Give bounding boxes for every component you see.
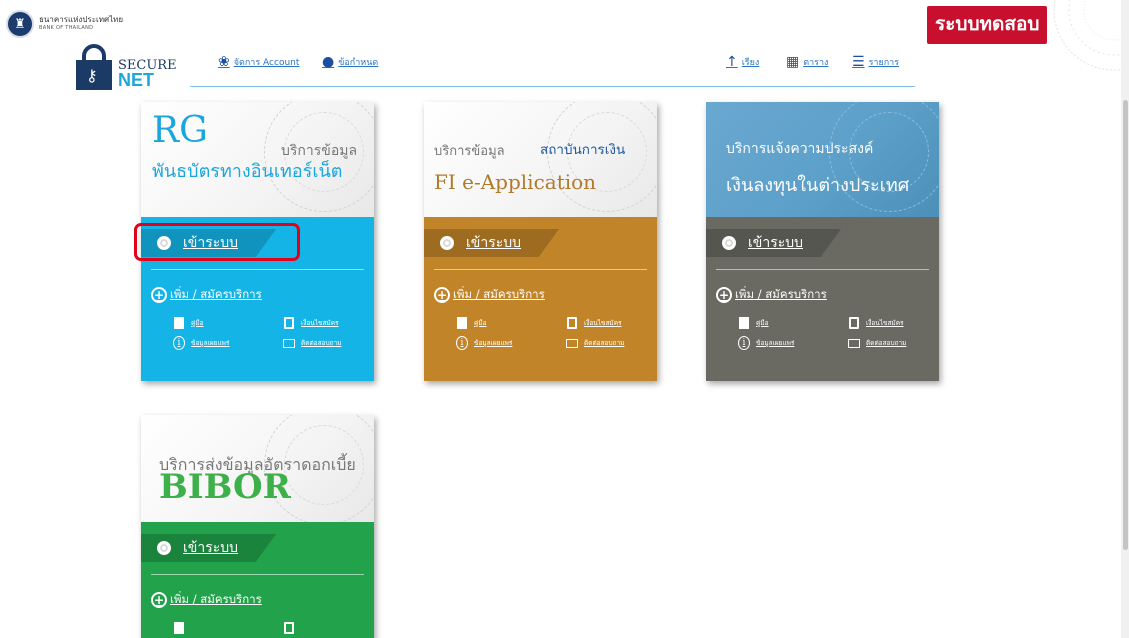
card-subtitle: บริการแจ้งความประสงค์ <box>726 141 874 157</box>
key-icon: ⚷ <box>86 66 98 85</box>
page-icon <box>566 316 578 330</box>
scroll-thumb[interactable] <box>1123 100 1128 550</box>
nav-manage-account[interactable]: ❀ จัดการ Account <box>218 54 299 70</box>
nav-sort[interactable]: ↑ เรียง <box>726 54 759 70</box>
mail-icon <box>848 336 860 350</box>
nav-label: จัดการ Account <box>233 58 300 68</box>
contact-link[interactable]: ติดต่อสอบถาม <box>566 336 676 350</box>
highlight-annotation <box>134 223 300 261</box>
card-foreign-investment: บริการแจ้งความประสงค์ เงินลงทุนในต่างประ… <box>706 102 939 381</box>
register-label: เพิ่ม / สมัครบริการ <box>735 287 827 301</box>
plus-icon: + <box>434 287 450 303</box>
pin-icon: ● <box>322 54 335 70</box>
register-link[interactable]: + เพิ่ม / สมัครบริการ <box>151 591 364 609</box>
card-title: RG <box>152 110 208 151</box>
plus-icon: + <box>151 287 167 303</box>
login-link[interactable]: เข้าระบบ <box>706 229 929 257</box>
document-icon <box>173 621 185 635</box>
bot-logo: ♜ ธนาคารแห่งประเทศไทย BANK OF THAILAND <box>6 10 123 38</box>
manual-link[interactable]: คู่มือ <box>738 316 848 330</box>
nav-terms[interactable]: ● ข้อกำหนด <box>322 54 378 70</box>
login-label: เข้าระบบ <box>748 235 804 251</box>
info-icon: i <box>738 336 750 350</box>
card-bibor: บริการส่งข้อมูลอัตราดอกเบี้ย BIBOR เข้าร… <box>141 415 374 638</box>
mail-icon <box>283 336 295 350</box>
page-icon <box>283 621 295 635</box>
list-icon: ☰ <box>852 54 865 70</box>
nav-list-view[interactable]: ☰ รายการ <box>852 54 899 70</box>
brand-net: NET <box>118 70 154 90</box>
nav-label: รายการ <box>868 58 900 68</box>
plus-icon: + <box>716 287 732 303</box>
radio-icon <box>157 541 171 555</box>
info-link[interactable]: i ข้อมูลเผยแพร่ <box>456 336 566 350</box>
info-icon: i <box>173 336 185 350</box>
document-icon <box>738 316 750 330</box>
page-icon <box>283 316 295 330</box>
info-icon: i <box>456 336 468 350</box>
conditions-link[interactable]: เงื่อนไขสมัคร <box>283 316 393 330</box>
manual-link[interactable] <box>173 621 283 635</box>
card-subtitle: บริการข้อมูล <box>434 144 505 159</box>
mail-icon <box>566 336 578 350</box>
card-title: BIBOR <box>159 467 291 507</box>
register-link[interactable]: + เพิ่ม / สมัครบริการ <box>716 286 929 304</box>
vertical-scrollbar[interactable] <box>1121 0 1129 638</box>
login-link[interactable]: เข้าระบบ <box>141 534 364 562</box>
card-subtitle: พันธบัตรทางอินเทอร์เน็ต <box>152 161 343 182</box>
document-icon <box>456 316 468 330</box>
card-fi: บริการข้อมูล สถาบันการเงิน FI e-Applicat… <box>424 102 657 381</box>
document-icon <box>173 316 185 330</box>
contact-link[interactable]: ติดต่อสอบถาม <box>848 336 958 350</box>
securenet-logo[interactable]: ⚷ SECURE NET <box>74 44 177 92</box>
info-link[interactable]: i ข้อมูลเผยแพร่ <box>738 336 848 350</box>
page-icon <box>848 316 860 330</box>
card-subtitle: เงินลงทุนในต่างประเทศ <box>726 175 910 196</box>
login-label: เข้าระบบ <box>466 235 522 251</box>
org-name-en: BANK OF THAILAND <box>39 25 94 31</box>
nav-grid-view[interactable]: ▦ ตาราง <box>786 54 828 70</box>
conditions-link[interactable]: เงื่อนไขสมัคร <box>848 316 958 330</box>
radio-icon <box>440 236 454 250</box>
conditions-link[interactable] <box>283 621 393 635</box>
plus-icon: + <box>151 592 167 608</box>
manage-icon: ❀ <box>218 54 230 70</box>
register-label: เพิ่ม / สมัครบริการ <box>453 287 545 301</box>
manual-link[interactable]: คู่มือ <box>456 316 566 330</box>
manual-link[interactable]: คู่มือ <box>173 316 283 330</box>
info-link[interactable]: i ข้อมูลเผยแพร่ <box>173 336 283 350</box>
org-name-th: ธนาคารแห่งประเทศไทย <box>39 15 124 24</box>
bot-seal-icon: ♜ <box>6 10 34 38</box>
register-link[interactable]: + เพิ่ม / สมัครบริการ <box>151 286 364 304</box>
nav-divider <box>190 86 915 87</box>
register-label: เพิ่ม / สมัครบริการ <box>170 592 262 606</box>
login-label: เข้าระบบ <box>183 540 239 556</box>
register-label: เพิ่ม / สมัครบริการ <box>170 287 262 301</box>
radio-icon <box>722 236 736 250</box>
card-title: FI e-Application <box>434 170 597 194</box>
test-system-badge: ระบบทดสอบ <box>927 6 1048 44</box>
contact-link[interactable]: ติดต่อสอบถาม <box>283 336 393 350</box>
arrow-up-icon: ↑ <box>726 54 738 70</box>
login-link[interactable]: เข้าระบบ <box>424 229 647 257</box>
conditions-link[interactable]: เงื่อนไขสมัคร <box>566 316 676 330</box>
nav-label: ข้อกำหนด <box>338 58 379 68</box>
nav-label: ตาราง <box>803 58 829 68</box>
card-subtitle: สถาบันการเงิน <box>540 142 626 158</box>
register-link[interactable]: + เพิ่ม / สมัครบริการ <box>434 286 647 304</box>
nav-label: เรียง <box>741 58 760 68</box>
grid-icon: ▦ <box>786 54 800 70</box>
